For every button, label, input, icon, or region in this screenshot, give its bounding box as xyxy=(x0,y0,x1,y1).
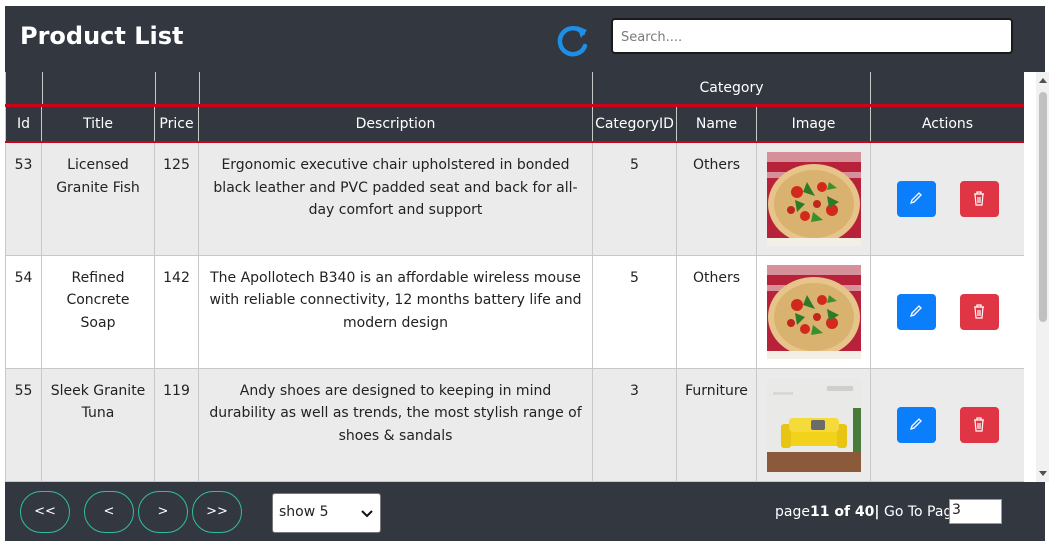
last-page-button[interactable]: >> xyxy=(192,491,242,533)
category-group-header: Category xyxy=(591,72,872,106)
page-size-select[interactable]: show 5 xyxy=(272,493,381,533)
pencil-icon xyxy=(909,304,922,317)
trash-icon xyxy=(973,191,984,206)
column-header-row: Id Title Price Description CategoryID Na… xyxy=(5,104,1024,143)
pencil-icon xyxy=(909,191,922,204)
scroll-up-arrow-icon[interactable] xyxy=(1039,78,1047,83)
column-header-price[interactable]: Price xyxy=(154,104,199,143)
product-table-container: Category Id Title Price Description Cate… xyxy=(5,72,1024,482)
delete-button[interactable] xyxy=(959,406,999,443)
group-header-row: Category xyxy=(5,72,1024,106)
cell-category-id: 5 xyxy=(592,141,677,256)
prev-page-button[interactable]: < xyxy=(84,491,134,533)
scrollbar-thumb[interactable] xyxy=(1039,92,1047,322)
page-size-value: show 5 xyxy=(279,504,329,520)
cell-actions xyxy=(870,254,1024,369)
column-header-categoryid[interactable]: CategoryID xyxy=(592,104,677,143)
edit-button[interactable] xyxy=(896,406,936,443)
page-title: Product List xyxy=(20,22,184,50)
cell-actions xyxy=(870,367,1024,482)
table-row: 55 Sleek Granite Tuna 119 Andy shoes are… xyxy=(5,367,1024,482)
pizza-image xyxy=(766,264,861,359)
cell-category-id: 3 xyxy=(592,367,677,482)
group-header-actions-blank xyxy=(870,72,1024,106)
cell-price: 119 xyxy=(154,367,199,482)
cell-category-id: 5 xyxy=(592,254,677,369)
cell-description: The Apollotech B340 is an affordable wir… xyxy=(198,254,593,369)
delete-button[interactable] xyxy=(959,293,999,330)
cell-id: 54 xyxy=(5,254,42,369)
cell-image xyxy=(755,367,872,482)
search-box xyxy=(611,18,1013,54)
cell-actions xyxy=(870,141,1024,256)
cell-price: 142 xyxy=(154,254,199,369)
cell-description: Ergonomic executive chair upholstered in… xyxy=(198,141,593,256)
column-header-name[interactable]: Name xyxy=(676,104,757,143)
pizza-image xyxy=(766,152,861,246)
trash-icon xyxy=(973,303,984,319)
first-page-button[interactable]: << xyxy=(20,491,70,533)
product-list-app: Product List Category xyxy=(5,6,1049,541)
goto-page-input[interactable]: 3 xyxy=(949,499,1002,524)
column-header-description[interactable]: Description xyxy=(198,104,593,143)
column-header-actions: Actions xyxy=(870,104,1024,143)
delete-button[interactable] xyxy=(959,180,999,217)
group-header-blank xyxy=(5,72,593,106)
cell-category-name: Others xyxy=(676,254,757,369)
page-prefix: page xyxy=(775,504,810,520)
table-row: 54 Refined Concrete Soap 142 The Apollot… xyxy=(5,254,1024,369)
edit-button[interactable] xyxy=(896,293,936,330)
scroll-down-arrow-icon[interactable] xyxy=(1039,471,1047,476)
cell-title: Refined Concrete Soap xyxy=(41,254,155,369)
refresh-icon[interactable] xyxy=(553,22,591,60)
chevron-down-icon xyxy=(361,510,373,518)
header-bar: Product List xyxy=(5,6,1045,72)
column-header-image[interactable]: Image xyxy=(755,104,872,143)
product-table: Category Id Title Price Description Cate… xyxy=(5,72,1024,482)
trash-icon xyxy=(973,416,984,432)
edit-button[interactable] xyxy=(896,180,936,217)
cell-id: 55 xyxy=(5,367,42,482)
cell-id: 53 xyxy=(5,141,42,256)
cell-image xyxy=(755,141,872,256)
cell-category-name: Furniture xyxy=(676,367,757,482)
cell-title: Licensed Granite Fish xyxy=(41,141,155,256)
search-input[interactable] xyxy=(619,22,1003,52)
cell-price: 125 xyxy=(154,141,199,256)
cell-title: Sleek Granite Tuna xyxy=(41,367,155,482)
cell-category-name: Others xyxy=(676,141,757,256)
table-row: 53 Licensed Granite Fish 125 Ergonomic e… xyxy=(5,141,1024,256)
next-page-button[interactable]: > xyxy=(138,491,188,533)
current-page: 11 of 40 xyxy=(809,504,875,520)
table-scrollbar[interactable] xyxy=(1036,72,1049,482)
page-info: page11 of 40| Go To Page xyxy=(775,503,961,521)
sofa-image xyxy=(766,377,861,472)
column-header-title[interactable]: Title xyxy=(41,104,155,143)
pagination-bar: << < > >> show 5 page11 of 40| Go To Pag… xyxy=(5,482,1045,541)
cell-description: Andy shoes are designed to keeping in mi… xyxy=(198,367,593,482)
pencil-icon xyxy=(909,417,922,430)
column-header-id[interactable]: Id xyxy=(5,104,42,143)
cell-image xyxy=(755,254,872,369)
